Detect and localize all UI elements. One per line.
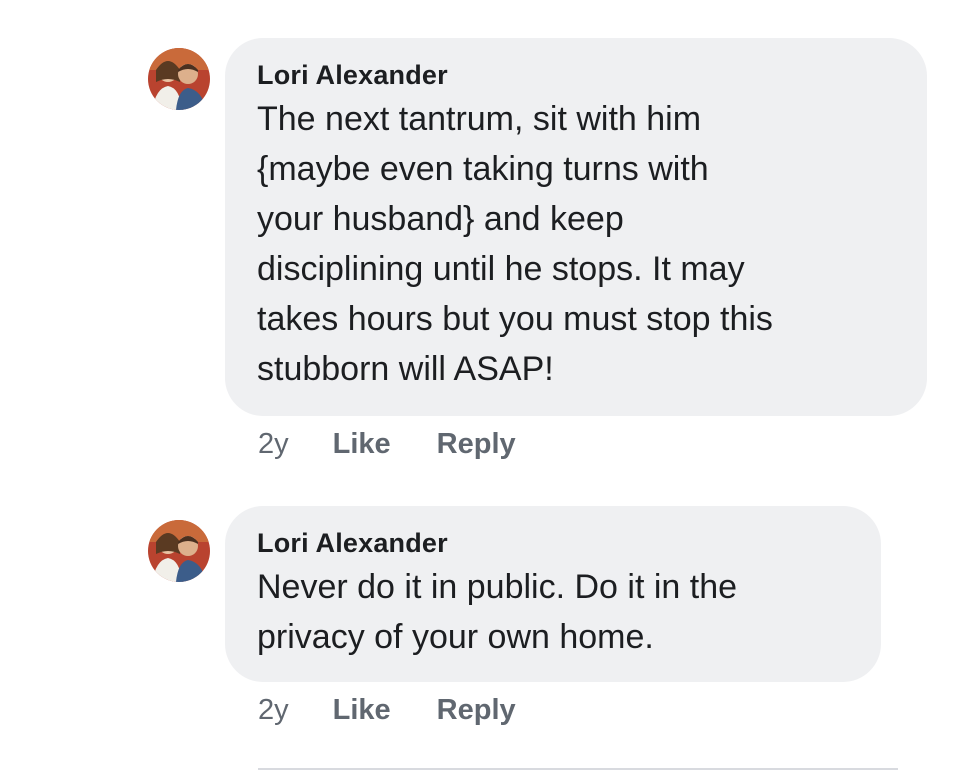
reply-button[interactable]: Reply <box>437 424 516 464</box>
avatar[interactable] <box>148 520 210 582</box>
profile-photo-icon <box>148 520 210 582</box>
comment-timestamp[interactable]: 2y <box>258 424 289 464</box>
comment-actions: 2y Like Reply <box>258 424 516 464</box>
comment-author[interactable]: Lori Alexander <box>257 56 897 94</box>
like-button[interactable]: Like <box>333 424 391 464</box>
divider <box>258 768 898 770</box>
profile-photo-icon <box>148 48 210 110</box>
comment-text: Never do it in public. Do it in the priv… <box>257 568 738 656</box>
comment-actions: 2y Like Reply <box>258 690 516 730</box>
avatar[interactable] <box>148 48 210 110</box>
like-button[interactable]: Like <box>333 690 391 730</box>
comment-bubble: Lori Alexander The next tantrum, sit wit… <box>225 38 927 416</box>
comment-timestamp[interactable]: 2y <box>258 690 289 730</box>
reply-button[interactable]: Reply <box>437 690 516 730</box>
comment-author[interactable]: Lori Alexander <box>257 524 851 562</box>
comment-text: The next tantrum, sit with him {maybe ev… <box>257 100 773 388</box>
comment-bubble: Lori Alexander Never do it in public. Do… <box>225 506 881 682</box>
